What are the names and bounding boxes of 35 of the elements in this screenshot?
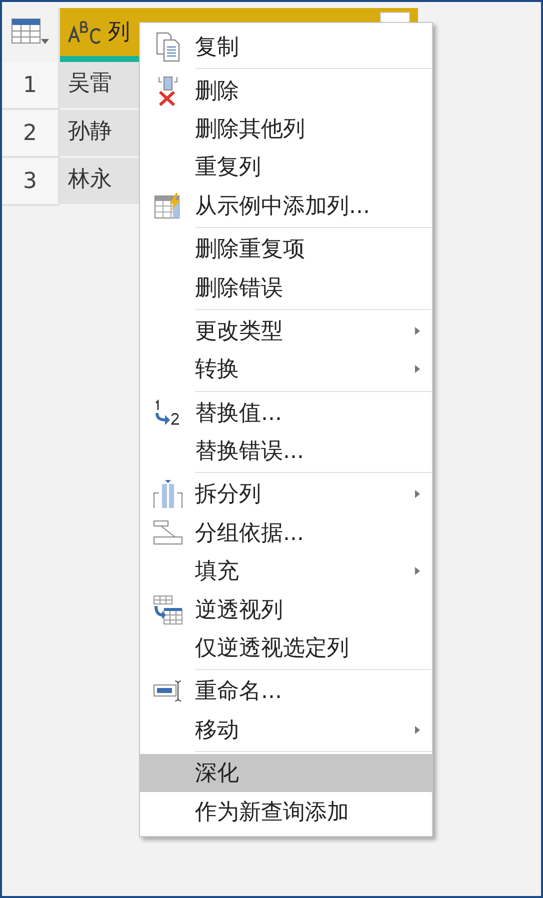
menu-item[interactable]: 转换 — [140, 350, 432, 389]
menu-item[interactable]: 删除错误 — [140, 268, 432, 307]
menu-item[interactable]: 删除其他列 — [140, 110, 432, 148]
delete-column-icon — [156, 76, 180, 106]
table-cell: 林永 — [60, 158, 140, 206]
rename-icon — [152, 680, 182, 702]
menu-item[interactable]: 拆分列 — [140, 475, 432, 514]
column-title: 列 — [108, 19, 130, 47]
menu-item[interactable]: 分组依据... — [140, 514, 432, 552]
menu-item[interactable]: 复制 — [140, 28, 432, 66]
row-number: 3 — [2, 158, 60, 206]
menu-item[interactable]: 更改类型 — [140, 312, 432, 350]
menu-item[interactable]: 作为新查询添加 — [140, 792, 432, 831]
menu-item[interactable]: 从示例中添加列... — [140, 186, 432, 225]
text-type-icon — [68, 20, 102, 44]
menu-item[interactable]: 删除 — [140, 71, 432, 110]
split-column-icon — [152, 479, 182, 510]
group-by-icon — [152, 520, 182, 546]
menu-item[interactable]: 填充 — [140, 552, 432, 590]
menu-item[interactable]: 删除重复项 — [140, 230, 432, 268]
menu-item[interactable]: 重命名... — [140, 672, 432, 711]
copy-icon — [156, 32, 180, 62]
row-number: 2 — [2, 110, 60, 158]
unpivot-icon — [152, 594, 182, 625]
menu-item[interactable]: 移动 — [140, 710, 432, 750]
menu-item[interactable]: 重复列 — [140, 148, 432, 187]
menu-item[interactable]: 深化 — [140, 754, 432, 792]
table-cell: 孙静 — [60, 110, 140, 158]
menu-item[interactable]: 逆透视列 — [140, 590, 432, 629]
menu-item[interactable]: 替换错误... — [140, 432, 432, 470]
menu-item[interactable]: 替换值... — [140, 394, 432, 432]
menu-item[interactable]: 仅逆透视选定列 — [140, 628, 432, 668]
table-lightning-icon — [154, 192, 182, 219]
table-cell: 吴雷 — [60, 62, 140, 110]
row-number: 1 — [2, 62, 60, 110]
